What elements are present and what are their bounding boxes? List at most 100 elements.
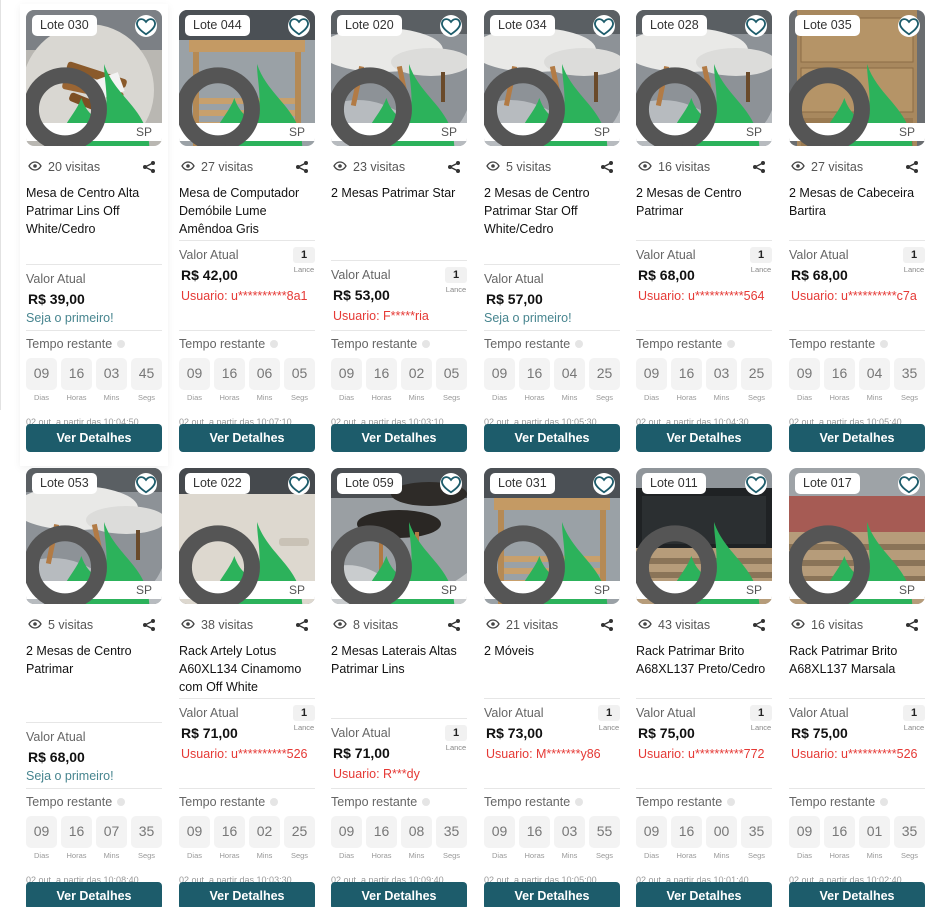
lot-title[interactable]: 2 Móveis: [484, 642, 620, 660]
share-icon[interactable]: [443, 156, 465, 178]
countdown-unit: 35: [894, 358, 925, 390]
lot-card[interactable]: Lote 04471% OFFSP 27 visitas Mesa de Compu…: [179, 10, 315, 460]
lot-title[interactable]: Rack Patrimar Brito A68XL137 Preto/Cedro: [636, 642, 772, 678]
view-details-button[interactable]: Ver Detalhes: [789, 424, 925, 452]
lot-card[interactable]: Lote 02270% OFFSP 38 visitas Rack Artely L…: [179, 468, 315, 907]
view-details-button[interactable]: Ver Detalhes: [636, 882, 772, 907]
countdown-value: 05: [291, 365, 308, 381]
favorite-heart-icon[interactable]: [593, 473, 615, 495]
lot-title[interactable]: 2 Mesas de Centro Patrimar: [636, 184, 772, 220]
lot-image[interactable]: Lote 02070% OFFSP: [331, 10, 467, 146]
lot-title[interactable]: Mesa de Computador Demóbile Lume Amêndoa…: [179, 184, 315, 238]
favorite-heart-icon[interactable]: [745, 15, 767, 37]
favorite-heart-icon[interactable]: [135, 473, 157, 495]
lot-card[interactable]: Lote 02870% OFFSP 16 visitas 2 Mesas de Ce…: [636, 10, 772, 460]
share-icon[interactable]: [443, 614, 465, 636]
time-remaining-text: Tempo restante: [789, 337, 876, 351]
view-details-button[interactable]: Ver Detalhes: [331, 424, 467, 452]
eye-icon: [638, 618, 652, 632]
lot-card[interactable]: Lote 05970% OFFSP 8 visitas 2 Mesas Latera…: [331, 468, 467, 907]
favorite-heart-icon[interactable]: [898, 473, 920, 495]
eye-icon: [791, 618, 805, 632]
lot-card[interactable]: Lote 02070% OFFSP 23 visitas 2 Mesas Patri…: [331, 10, 467, 460]
countdown-unit-label: Dias: [491, 393, 507, 402]
favorite-heart-icon[interactable]: [135, 15, 157, 37]
view-details-button[interactable]: Ver Detalhes: [179, 424, 315, 452]
lot-title[interactable]: Rack Patrimar Brito A68XL137 Marsala: [789, 642, 925, 678]
lot-title[interactable]: 2 Mesas de Cabeceira Bartira: [789, 184, 925, 220]
current-value-label: Valor Atual: [331, 726, 391, 740]
share-icon[interactable]: [596, 614, 618, 636]
visit-count-text: 5 visitas: [506, 160, 552, 174]
share-icon[interactable]: [748, 156, 770, 178]
favorite-heart-icon[interactable]: [745, 473, 767, 495]
share-icon[interactable]: [291, 156, 313, 178]
view-details-button[interactable]: Ver Detalhes: [484, 424, 620, 452]
share-icon[interactable]: [138, 614, 160, 636]
countdown-timer: 09 16 03 45: [26, 358, 162, 390]
lot-card[interactable]: Lote 01170% OFFSP 43 visitas Rack Patrimar…: [636, 468, 772, 907]
share-icon[interactable]: [901, 614, 923, 636]
countdown-value: 05: [443, 365, 460, 381]
countdown-unit: 04: [859, 358, 890, 390]
view-details-button[interactable]: Ver Detalhes: [26, 882, 162, 907]
countdown-unit-label: Horas: [371, 393, 392, 402]
bid-count: 1 Lance: [293, 247, 315, 274]
lot-card[interactable]: Lote 03170% OFFSP 21 visitas 2 Móveis Valor…: [484, 468, 620, 907]
current-price: R$ 39,00: [28, 291, 85, 307]
favorite-heart-icon[interactable]: [440, 15, 462, 37]
view-details-button[interactable]: Ver Detalhes: [26, 424, 162, 452]
countdown-unit-label: Dias: [643, 393, 659, 402]
lot-image[interactable]: Lote 04471% OFFSP: [179, 10, 315, 146]
countdown-unit-label: Dias: [491, 851, 507, 860]
favorite-heart-icon[interactable]: [898, 15, 920, 37]
view-details-button[interactable]: Ver Detalhes: [179, 882, 315, 907]
lot-image[interactable]: Lote 03470% OFFSP: [484, 10, 620, 146]
countdown-unit: 45: [131, 358, 162, 390]
lot-image[interactable]: Lote 03570% OFFSP: [789, 10, 925, 146]
lot-image[interactable]: Lote 01170% OFFSP: [636, 468, 772, 604]
countdown-value: 09: [186, 823, 203, 839]
lot-card[interactable]: Lote 03470% OFFSP 5 visitas 2 Mesas de Cen…: [484, 10, 620, 460]
favorite-heart-icon[interactable]: [440, 473, 462, 495]
status-dot-icon: [422, 340, 431, 348]
lot-title[interactable]: 2 Mesas de Centro Patrimar: [26, 642, 162, 678]
countdown-value: 16: [831, 365, 848, 381]
lot-title[interactable]: Mesa de Centro Alta Patrimar Lins Off Wh…: [26, 184, 162, 238]
countdown-unit: 03: [96, 358, 127, 390]
visit-count: 27 visitas: [181, 160, 253, 174]
lot-image[interactable]: Lote 03170% OFFSP: [484, 468, 620, 604]
share-icon[interactable]: [748, 614, 770, 636]
view-details-button[interactable]: Ver Detalhes: [789, 882, 925, 907]
lot-card[interactable]: Lote 01770% OFFSP 16 visitas Rack Patrimar…: [789, 468, 925, 907]
countdown-value: 16: [373, 365, 390, 381]
share-icon[interactable]: [291, 614, 313, 636]
lot-title[interactable]: 2 Mesas Patrimar Star: [331, 184, 467, 202]
favorite-heart-icon[interactable]: [593, 15, 615, 37]
countdown-unit: 16: [519, 358, 550, 390]
lot-card[interactable]: Lote 05370% OFFSP 5 visitas 2 Mesas de Cen…: [26, 468, 162, 907]
lot-image[interactable]: Lote 02270% OFFSP: [179, 468, 315, 604]
view-details-button[interactable]: Ver Detalhes: [331, 882, 467, 907]
favorite-heart-icon[interactable]: [288, 473, 310, 495]
share-icon[interactable]: [901, 156, 923, 178]
favorite-heart-icon[interactable]: [288, 15, 310, 37]
lot-image[interactable]: Lote 03070% OFFSP: [26, 10, 162, 146]
view-details-button[interactable]: Ver Detalhes: [484, 882, 620, 907]
lot-title[interactable]: Rack Artely Lotus A60XL134 Cinamomo com …: [179, 642, 315, 696]
lot-image[interactable]: Lote 01770% OFFSP: [789, 468, 925, 604]
lot-card[interactable]: Lote 03570% OFFSP 27 visitas 2 Mesas de Ca…: [789, 10, 925, 460]
lot-title[interactable]: 2 Mesas Laterais Altas Patrimar Lins: [331, 642, 467, 678]
countdown-unit-label: Horas: [371, 851, 392, 860]
location-badge: SP: [331, 67, 462, 146]
share-icon[interactable]: [596, 156, 618, 178]
countdown-unit-label: Horas: [66, 393, 87, 402]
lot-image[interactable]: Lote 05370% OFFSP: [26, 468, 162, 604]
lot-title[interactable]: 2 Mesas de Centro Patrimar Star Off Whit…: [484, 184, 620, 238]
view-details-button[interactable]: Ver Detalhes: [636, 424, 772, 452]
share-icon[interactable]: [138, 156, 160, 178]
lot-image[interactable]: Lote 02870% OFFSP: [636, 10, 772, 146]
location-badge: SP: [331, 525, 462, 604]
lot-card[interactable]: Lote 03070% OFFSP 20 visitas Mesa de Centr…: [26, 10, 162, 460]
lot-image[interactable]: Lote 05970% OFFSP: [331, 468, 467, 604]
